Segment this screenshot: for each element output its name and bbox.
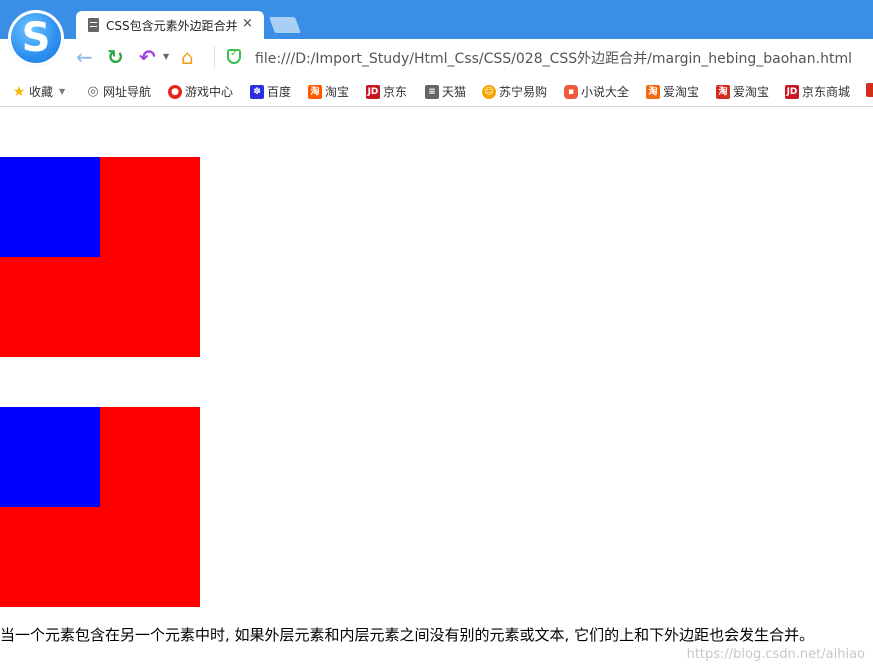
home-icon[interactable]: ⌂ [181, 44, 194, 70]
suning-icon: ☺ [482, 84, 496, 99]
bookmark-item[interactable]: ≡ 天猫 [425, 83, 466, 100]
bookmark-label: 京东 [383, 85, 408, 99]
bookmark-item[interactable]: ● 游戏中心 [168, 83, 233, 100]
browser-logo[interactable]: S [8, 10, 64, 66]
bookmark-label: 苏宁易购 [499, 85, 548, 99]
undo-icon[interactable]: ↶ [139, 44, 156, 70]
game-icon: ● [168, 84, 182, 99]
refresh-icon[interactable]: ↻ [107, 44, 124, 70]
novel-icon: ▪ [564, 84, 578, 99]
document-icon [88, 18, 99, 32]
bookmark-label: 爱淘宝 [733, 85, 770, 99]
watermark: https://blog.csdn.net/aihiao [686, 647, 865, 662]
bookmark-label: 京东商城 [802, 85, 851, 99]
bookmark-item[interactable]: ◎ 网址导航 [86, 83, 151, 100]
outer-box [0, 157, 200, 357]
bookmark-item[interactable]: 淘 爱淘宝 [716, 83, 769, 100]
chevron-down-icon[interactable]: ▼ [163, 52, 169, 61]
bookmark-label: 网址导航 [103, 85, 152, 99]
bookmark-item-overflow[interactable] [866, 83, 873, 97]
aitaobao-icon: 淘 [646, 84, 660, 99]
aitaobao-icon: 淘 [716, 84, 730, 99]
page-viewport: 当一个元素包含在另一个元素中时, 如果外层元素和内层元素之间没有别的元素或文本,… [0, 107, 873, 670]
bookmarks-bar: ★ 收藏 ▼ ◎ 网址导航 ● 游戏中心 ✽ 百度 淘 淘宝 JD 京东 ≡ 天… [0, 75, 873, 107]
explanation-text: 当一个元素包含在另一个元素中时, 如果外层元素和内层元素之间没有别的元素或文本,… [0, 626, 815, 644]
bookmark-item[interactable]: ☺ 苏宁易购 [482, 83, 547, 100]
tab-title: CSS包含元素外边距合并 [106, 19, 238, 33]
baidu-icon: ✽ [250, 84, 264, 99]
divider [214, 46, 215, 68]
inner-box [0, 157, 100, 257]
bookmark-item[interactable]: 淘 爱淘宝 [646, 83, 699, 100]
aitaobao-icon [866, 83, 873, 97]
bookmark-label: 收藏 [29, 85, 54, 99]
security-shield-icon[interactable] [227, 48, 241, 64]
navigation-bar: ← ↻ ↶ ▼ ⌂ file:///D:/Import_Study/Html_C… [0, 39, 873, 75]
globe-icon: ◎ [87, 83, 99, 99]
bookmark-label: 百度 [267, 85, 292, 99]
bookmark-label: 小说大全 [581, 85, 630, 99]
bookmark-item[interactable]: JD 京东 [366, 83, 407, 100]
tab-close-button[interactable]: × [242, 16, 253, 31]
address-bar[interactable]: file:///D:/Import_Study/Html_Css/CSS/028… [255, 48, 852, 68]
logo-letter: S [21, 15, 51, 61]
star-icon: ★ [12, 83, 26, 100]
bookmark-item[interactable]: JD 京东商城 [785, 83, 850, 100]
jd-icon: JD [366, 84, 380, 99]
browser-tab[interactable]: CSS包含元素外边距合并 × [76, 11, 264, 39]
bookmark-label: 天猫 [442, 85, 467, 99]
outer-box [0, 407, 200, 607]
bookmark-item[interactable]: ✽ 百度 [250, 83, 291, 100]
taobao-icon: 淘 [308, 84, 322, 99]
bookmark-label: 淘宝 [325, 85, 350, 99]
title-bar: CSS包含元素外边距合并 × [0, 0, 873, 39]
bookmark-label: 游戏中心 [185, 85, 234, 99]
inner-box [0, 407, 100, 507]
bookmark-label: 爱淘宝 [663, 85, 700, 99]
jd-icon: JD [785, 84, 799, 99]
bookmark-item[interactable]: 淘 淘宝 [308, 83, 349, 100]
bookmark-favorites[interactable]: ★ 收藏 ▼ [12, 83, 65, 100]
bookmark-item[interactable]: ▪ 小说大全 [564, 83, 629, 100]
new-tab-button[interactable] [269, 17, 301, 33]
back-icon[interactable]: ← [76, 44, 93, 70]
tmall-icon: ≡ [425, 84, 439, 99]
chevron-down-icon[interactable]: ▼ [59, 87, 65, 96]
